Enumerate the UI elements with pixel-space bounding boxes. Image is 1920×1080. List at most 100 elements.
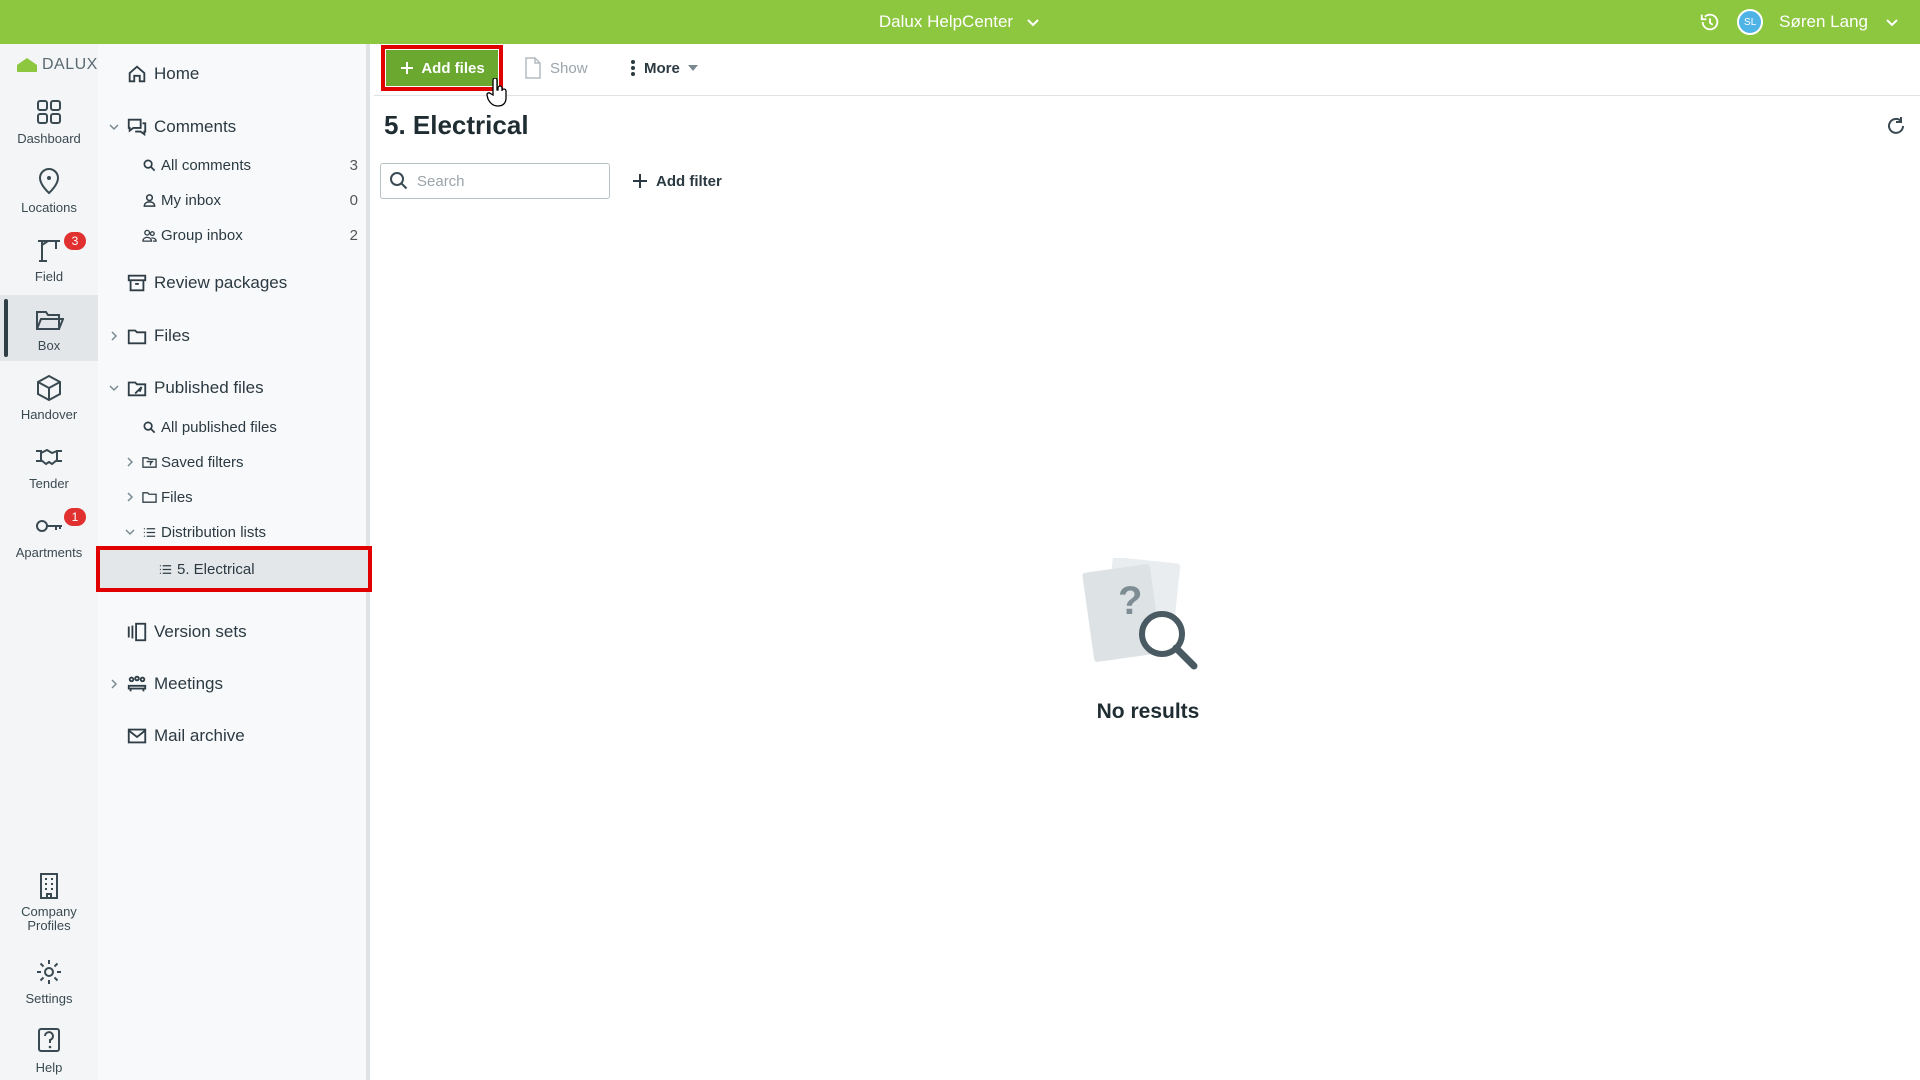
- nav-item-my-inbox[interactable]: My inbox 0: [98, 185, 366, 215]
- meetings-icon: [127, 675, 147, 692]
- rail-item-settings[interactable]: Settings: [0, 948, 98, 1014]
- chevron-right-icon[interactable]: [108, 330, 120, 342]
- rail-item-field[interactable]: Field 3: [0, 226, 98, 292]
- kebab-icon: [631, 60, 635, 76]
- rail-label: Apartments: [15, 544, 83, 560]
- rail-label: Box: [37, 337, 61, 353]
- rail-label: Locations: [21, 199, 77, 215]
- add-filter-label: Add filter: [656, 172, 722, 190]
- avatar[interactable]: SL: [1737, 9, 1764, 35]
- count: 3: [349, 156, 358, 174]
- nav-item-files[interactable]: Files: [98, 319, 366, 353]
- crane-icon: [38, 239, 60, 262]
- dashboard-icon: [37, 99, 61, 124]
- nav-item-comments[interactable]: Comments: [98, 110, 366, 144]
- rail-item-locations[interactable]: Locations: [0, 157, 98, 223]
- project-name[interactable]: Dalux HelpCenter: [879, 12, 1013, 32]
- plus-icon: [401, 62, 414, 74]
- nav-item-version-sets[interactable]: Version sets: [98, 615, 366, 649]
- rail-item-apartments[interactable]: Apartments 1: [0, 502, 98, 568]
- nav-label: Files: [154, 326, 190, 345]
- nav-item-all-published-files[interactable]: All published files: [98, 412, 366, 442]
- group-icon: [142, 229, 157, 242]
- rail-label: Field: [34, 268, 64, 284]
- rail-item-company-profiles[interactable]: Company Profiles: [0, 862, 98, 942]
- nav-item-published-files-folder[interactable]: Files: [98, 482, 366, 512]
- chevron-down-icon[interactable]: [108, 382, 120, 394]
- caret-down-icon: [687, 65, 698, 71]
- rail-label: Tender: [29, 475, 69, 491]
- nav-item-electrical[interactable]: 5. Electrical: [98, 554, 366, 584]
- nav-label: All comments: [161, 156, 252, 174]
- logo-text: DALUX: [42, 56, 98, 73]
- location-pin-icon: [38, 167, 60, 194]
- project-selector[interactable]: Dalux HelpCenter: [0, 0, 1920, 44]
- nav-item-group-inbox[interactable]: Group inbox 2: [98, 220, 366, 250]
- folder-open-icon: [36, 310, 64, 330]
- nav-item-mail-archive[interactable]: Mail archive: [98, 719, 366, 753]
- nav-label: Saved filters: [161, 453, 244, 471]
- list-icon: [143, 527, 156, 537]
- gear-icon: [37, 959, 61, 984]
- notification-badge: 1: [64, 508, 86, 526]
- no-results-illustration: ?: [1082, 558, 1198, 670]
- rail-label: Company Profiles: [21, 904, 77, 933]
- nav-item-distribution-lists[interactable]: Distribution lists: [98, 517, 366, 547]
- svg-text:?: ?: [1118, 579, 1142, 623]
- chevron-down-icon[interactable]: [108, 121, 120, 133]
- comments-icon: [127, 118, 147, 137]
- notification-badge: 3: [64, 232, 86, 250]
- home-icon: [128, 65, 146, 83]
- nav-item-published-files[interactable]: Published files: [98, 371, 366, 405]
- nav-label: 5. Electrical: [177, 560, 255, 578]
- more-label: More: [644, 59, 680, 77]
- show-button[interactable]: Show: [524, 50, 588, 86]
- hand-cursor-icon: [486, 78, 507, 107]
- search-icon: [390, 172, 408, 190]
- chevron-right-icon[interactable]: [124, 456, 136, 468]
- help-icon: [38, 1027, 60, 1052]
- plus-icon: [633, 174, 647, 188]
- nav-item-review-packages[interactable]: Review packages: [98, 266, 366, 300]
- building-icon: [40, 873, 58, 899]
- chevron-down-icon[interactable]: [1884, 14, 1900, 30]
- nav-item-all-comments[interactable]: All comments 3: [98, 150, 366, 180]
- house-logo-icon: [17, 58, 37, 72]
- navigation-panel: Home Comments All comments 3 My inbox 0 …: [96, 44, 372, 1080]
- toolbar: Add files Show More: [374, 44, 1920, 96]
- rail-item-box[interactable]: Box: [0, 295, 98, 361]
- search-input[interactable]: [417, 172, 597, 190]
- refresh-icon[interactable]: [1884, 114, 1908, 138]
- list-icon: [159, 564, 172, 574]
- rail-item-dashboard[interactable]: Dashboard: [0, 88, 98, 154]
- show-label: Show: [550, 59, 588, 77]
- history-icon[interactable]: [1699, 11, 1721, 33]
- nav-label: Home: [154, 64, 200, 83]
- nav-item-home[interactable]: Home: [98, 57, 366, 91]
- dalux-logo[interactable]: DALUX: [16, 56, 98, 74]
- empty-state-text: No results: [1096, 700, 1200, 723]
- nav-label: Distribution lists: [161, 523, 267, 541]
- nav-item-saved-filters[interactable]: Saved filters: [98, 447, 366, 477]
- add-files-button[interactable]: Add files: [381, 45, 503, 91]
- nav-label: Comments: [154, 117, 237, 136]
- nav-item-meetings[interactable]: Meetings: [98, 667, 366, 701]
- more-button[interactable]: More: [630, 50, 698, 86]
- folder-icon: [127, 329, 147, 345]
- nav-label: Group inbox: [161, 226, 243, 244]
- app-rail: DALUX Dashboard Locations Field 3 Box Ha…: [0, 44, 98, 1080]
- chevron-right-icon[interactable]: [124, 491, 136, 503]
- filter-folder-icon: [142, 456, 157, 468]
- search-field[interactable]: [380, 163, 610, 199]
- nav-label: Published files: [154, 378, 264, 397]
- rail-item-help[interactable]: Help: [0, 1017, 98, 1080]
- rail-item-handover[interactable]: Handover: [0, 364, 98, 430]
- page-title: 5. Electrical: [384, 110, 529, 140]
- top-bar: Dalux HelpCenter SL Søren Lang: [0, 0, 1920, 44]
- chevron-down-icon[interactable]: [124, 526, 136, 538]
- chevron-right-icon[interactable]: [108, 678, 120, 690]
- user-name[interactable]: Søren Lang: [1779, 12, 1868, 32]
- nav-label: All published files: [161, 418, 277, 436]
- add-filter-button[interactable]: Add filter: [632, 163, 722, 199]
- rail-item-tender[interactable]: Tender: [0, 433, 98, 499]
